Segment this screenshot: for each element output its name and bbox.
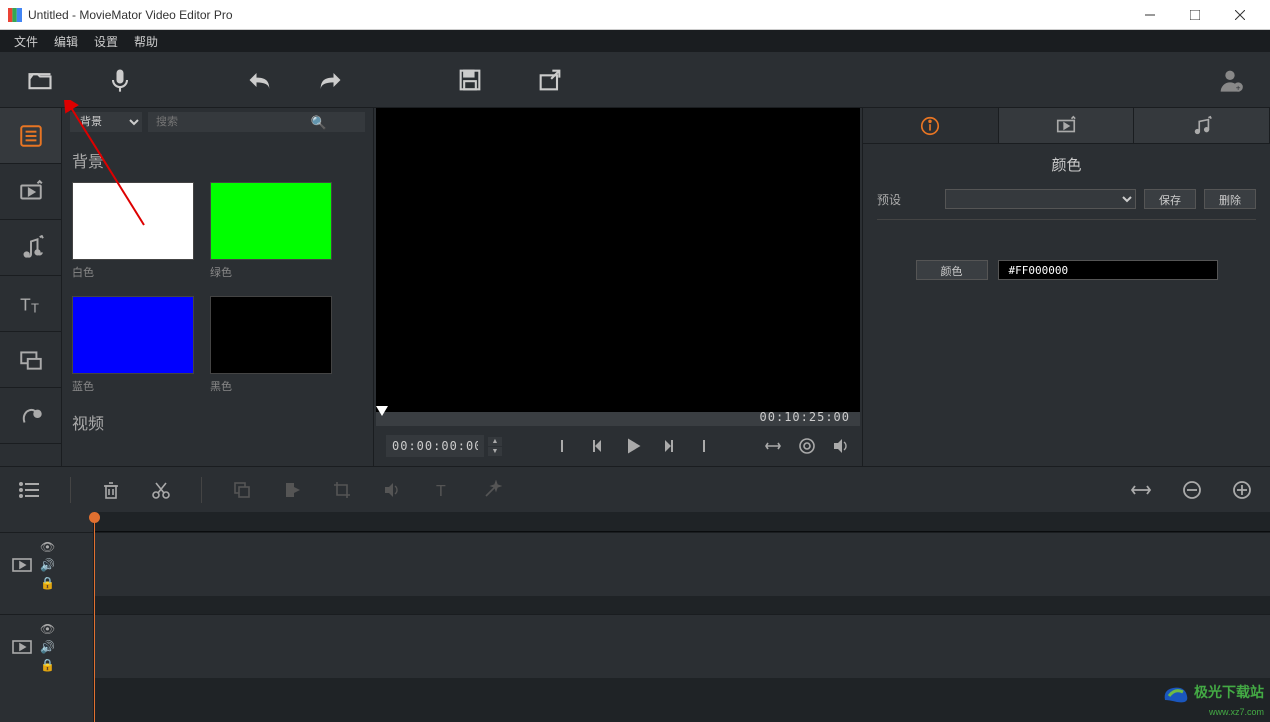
zoom-in-button[interactable] <box>1232 480 1252 500</box>
scrubber[interactable]: 00:10:25:00 <box>376 412 860 426</box>
preview-panel: 00:10:25:00 ▲ ▼ <box>374 108 862 466</box>
preset-delete-button[interactable]: 删除 <box>1204 189 1256 209</box>
search-icon: 🔍 <box>311 115 327 131</box>
section-background-title: 背景 <box>72 148 363 172</box>
sidebar-effects-button[interactable] <box>0 388 61 444</box>
zoom-out-button[interactable] <box>1182 480 1202 500</box>
timeline-tracks[interactable] <box>94 512 1270 722</box>
main-toolbar: + <box>0 52 1270 108</box>
props-tab-info[interactable] <box>863 108 999 143</box>
minimize-button[interactable] <box>1127 1 1172 29</box>
watermark: 极光下载站 www.xz7.com <box>1161 682 1264 718</box>
playhead[interactable] <box>94 512 95 722</box>
zoom-fit-button[interactable] <box>1130 479 1152 501</box>
window-title: Untitled - MovieMator Video Editor Pro <box>28 8 1127 22</box>
text-clip-button[interactable]: T <box>432 480 452 500</box>
redo-button[interactable] <box>310 60 350 100</box>
asset-item-white[interactable]: 白色 <box>72 182 194 280</box>
track-header-v2[interactable]: 👁 🔊 🔒 <box>0 614 93 678</box>
maximize-button[interactable] <box>1172 1 1217 29</box>
delete-button[interactable] <box>101 480 121 500</box>
current-time-input[interactable] <box>386 435 484 457</box>
asset-item-green[interactable]: 绿色 <box>210 182 332 280</box>
preset-label: 预设 <box>877 191 937 208</box>
preset-select[interactable] <box>945 189 1136 209</box>
menu-edit[interactable]: 编辑 <box>46 33 86 50</box>
watermark-logo-icon <box>1161 682 1191 706</box>
goto-start-button[interactable] <box>559 438 575 454</box>
timeline-ruler[interactable] <box>94 512 1270 532</box>
asset-item-blue[interactable]: 蓝色 <box>72 296 194 394</box>
color-value[interactable]: #FF000000 <box>998 260 1218 280</box>
section-video-title: 视频 <box>72 410 363 434</box>
copy-button[interactable] <box>232 480 252 500</box>
track-lane-1[interactable] <box>94 532 1270 596</box>
app-logo <box>8 8 22 22</box>
asset-item-black[interactable]: 黑色 <box>210 296 332 394</box>
record-voice-button[interactable] <box>100 60 140 100</box>
video-track-icon <box>10 635 34 659</box>
timeline-toolbar: T <box>0 466 1270 512</box>
video-preview[interactable] <box>376 108 860 412</box>
sidebar-video-button[interactable] <box>0 164 61 220</box>
asset-category-dropdown[interactable]: 背景 <box>70 112 142 132</box>
svg-text:T: T <box>436 483 446 500</box>
left-sidebar: TT <box>0 108 62 466</box>
timeline: 👁 🔊 🔒 👁 🔊 🔒 <box>0 512 1270 722</box>
svg-text:T: T <box>20 294 31 314</box>
properties-panel: 颜色 预设 保存 删除 颜色 #FF000000 <box>862 108 1270 466</box>
eye-icon[interactable]: 👁 <box>40 540 55 554</box>
props-tab-audio[interactable] <box>1134 108 1270 143</box>
props-tab-video[interactable] <box>999 108 1135 143</box>
track-lane-2[interactable] <box>94 614 1270 678</box>
menu-file[interactable]: 文件 <box>6 33 46 50</box>
lock-icon[interactable]: 🔒 <box>40 576 55 590</box>
prev-frame-button[interactable] <box>591 438 607 454</box>
svg-text:T: T <box>31 300 39 315</box>
asset-panel: 背景 🔍 背景 白色 绿色 蓝色 黑色 视频 <box>62 108 374 466</box>
menu-help[interactable]: 帮助 <box>126 33 166 50</box>
play-button[interactable] <box>623 436 643 456</box>
video-track-icon <box>10 553 34 577</box>
undo-button[interactable] <box>240 60 280 100</box>
time-step-up[interactable]: ▲ <box>488 437 502 446</box>
asset-search-input[interactable] <box>148 112 365 132</box>
save-button[interactable] <box>450 60 490 100</box>
next-frame-button[interactable] <box>659 438 675 454</box>
sidebar-audio-button[interactable] <box>0 220 61 276</box>
track-header-v1[interactable]: 👁 🔊 🔒 <box>0 532 93 596</box>
mute-button[interactable] <box>382 480 402 500</box>
fit-button[interactable] <box>764 437 782 455</box>
open-folder-button[interactable] <box>20 60 60 100</box>
cut-button[interactable] <box>151 480 171 500</box>
props-title: 颜色 <box>877 154 1256 175</box>
preset-save-button[interactable]: 保存 <box>1144 189 1196 209</box>
asset-list[interactable]: 背景 白色 绿色 蓝色 黑色 视频 <box>62 136 373 466</box>
export-button[interactable] <box>530 60 570 100</box>
volume-button[interactable] <box>832 437 850 455</box>
svg-text:+: + <box>1236 83 1241 92</box>
magic-button[interactable] <box>482 480 502 500</box>
close-button[interactable] <box>1217 1 1262 29</box>
settings-button[interactable] <box>798 437 816 455</box>
goto-end-button[interactable] <box>691 438 707 454</box>
color-picker-button[interactable]: 颜色 <box>916 260 988 280</box>
timeline-menu-button[interactable] <box>18 479 40 501</box>
sidebar-pip-button[interactable] <box>0 332 61 388</box>
eye-icon[interactable]: 👁 <box>40 622 55 636</box>
paste-button[interactable] <box>282 480 302 500</box>
crop-button[interactable] <box>332 480 352 500</box>
account-button[interactable]: + <box>1210 60 1250 100</box>
divider <box>877 219 1256 220</box>
duration-time: 00:10:25:00 <box>760 410 850 424</box>
sidebar-text-button[interactable]: TT <box>0 276 61 332</box>
menu-settings[interactable]: 设置 <box>86 33 126 50</box>
speaker-icon[interactable]: 🔊 <box>40 640 55 654</box>
sidebar-media-button[interactable] <box>0 108 61 164</box>
time-step-down[interactable]: ▼ <box>488 447 502 456</box>
titlebar: Untitled - MovieMator Video Editor Pro <box>0 0 1270 30</box>
lock-icon[interactable]: 🔒 <box>40 658 55 672</box>
speaker-icon[interactable]: 🔊 <box>40 558 55 572</box>
menubar: 文件 编辑 设置 帮助 <box>0 30 1270 52</box>
